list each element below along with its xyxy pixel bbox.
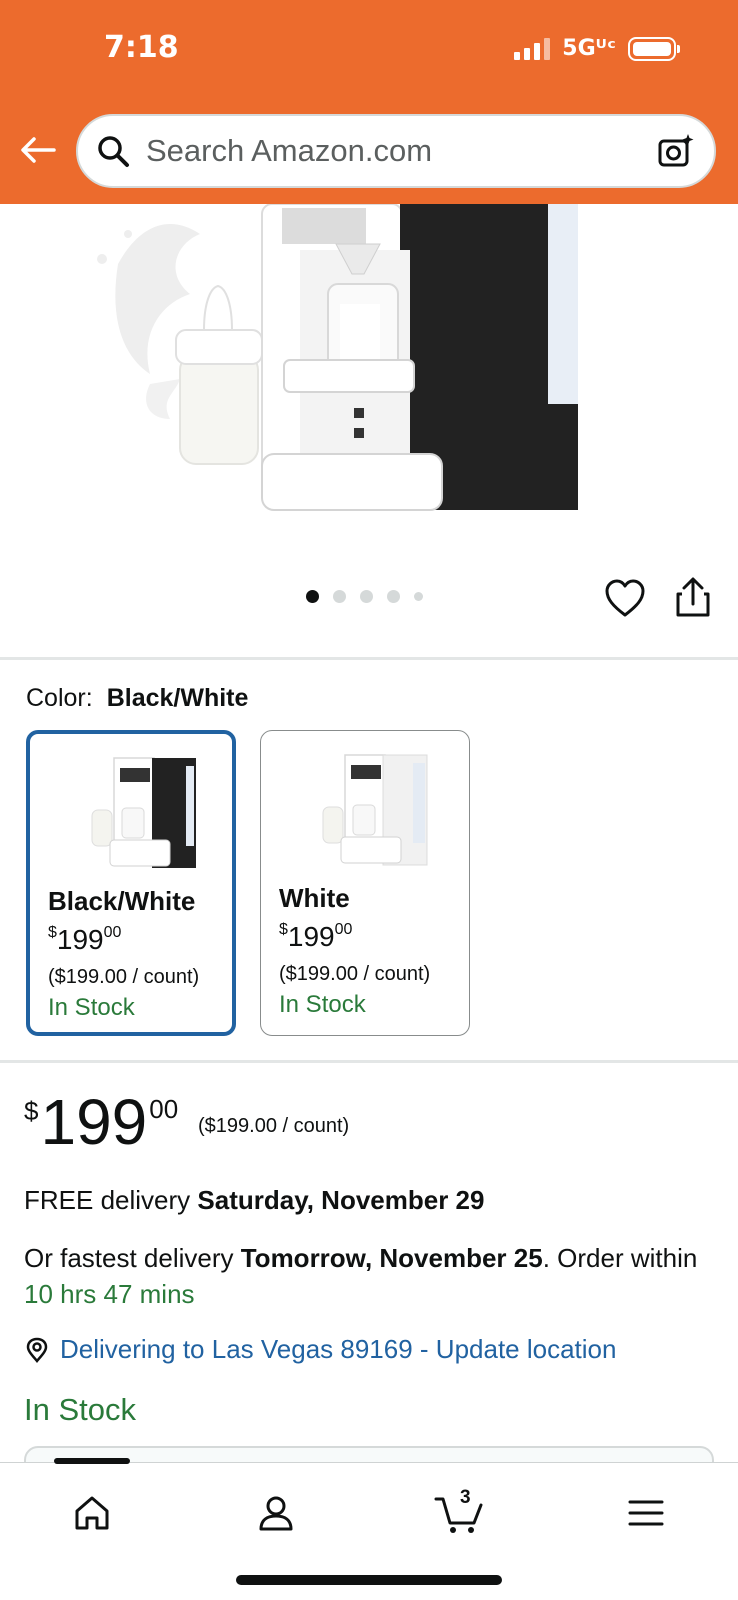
section-divider [0,1060,738,1063]
gallery-dot[interactable] [414,592,423,601]
gallery-dot[interactable] [333,590,346,603]
gallery-dot[interactable] [306,590,319,603]
active-tab-indicator [54,1458,130,1464]
price-whole: 199 [56,924,104,955]
free-delivery-text: FREE delivery Saturday, November 29 [24,1185,484,1216]
stock-status: In Stock [48,994,135,1021]
status-time: 7:18 [104,30,179,65]
fastest-delivery-text: Or fastest delivery Tomorrow, November 2… [24,1240,714,1312]
price-fraction: 00 [334,921,353,938]
status-indicators: 5Gᵁᶜ [514,36,680,61]
share-icon [676,577,710,617]
product-photo [97,204,578,511]
main-price: $ 199 00 [24,1090,178,1154]
hamburger-menu-icon [628,1500,664,1526]
product-image[interactable] [0,204,738,534]
section-divider [0,657,738,660]
search-icon [98,136,129,167]
nav-cart[interactable]: 3 [430,1483,490,1543]
search-placeholder: Search Amazon.com [146,133,433,168]
fast-delivery-prefix: Or fastest delivery [24,1243,241,1273]
stock-status: In Stock [279,991,366,1018]
price-currency: $ [48,924,57,941]
price-currency: $ [279,921,288,938]
selected-color: Black/White [106,684,249,712]
cart-count: 3 [460,1487,471,1508]
fast-delivery-suffix: . Order within [542,1243,698,1273]
back-button[interactable] [18,130,58,170]
location-pin-icon [26,1337,48,1363]
unit-price: ($199.00 / count) [48,966,200,988]
color-option-white[interactable]: White $19900 ($199.00 / count) In Stock [260,730,470,1036]
nav-home[interactable] [62,1483,122,1543]
price-fraction: 00 [149,1094,179,1124]
camera-sparkle-icon [658,134,694,167]
swatch-thumbnail [322,754,428,866]
wishlist-button[interactable] [604,578,646,620]
nav-menu[interactable] [616,1483,676,1543]
free-delivery-prefix: FREE delivery [24,1185,198,1215]
battery-icon [628,36,680,61]
app-header: 7:18 5Gᵁᶜ Search Amazon.com [0,0,738,204]
user-icon [259,1496,293,1531]
search-input[interactable]: Search Amazon.com [76,114,716,188]
home-indicator [236,1575,502,1585]
camera-search-button[interactable] [656,131,696,171]
color-option-name: White [279,883,350,913]
heart-icon [605,579,645,617]
share-button[interactable] [674,576,712,618]
network-label: 5Gᵁᶜ [562,36,616,61]
swatch-thumbnail [91,757,196,868]
color-label: Color: Black/White [26,684,248,713]
color-option-price: $19900 [48,924,121,956]
price-whole: 199 [40,1086,148,1158]
back-arrow-icon [21,137,56,163]
delivery-location-text[interactable]: Delivering to Las Vegas 89169 - Update l… [60,1334,616,1365]
color-option-price: $19900 [279,921,352,953]
fast-delivery-date: Tomorrow, November 25 [240,1243,543,1273]
gallery-dot[interactable] [360,590,373,603]
free-delivery-date: Saturday, November 29 [197,1185,485,1215]
color-option-name: Black/White [48,886,196,916]
home-icon [75,1496,109,1530]
price-whole: 199 [287,921,335,952]
color-option-black-white[interactable]: Black/White $19900 ($199.00 / count) In … [26,730,236,1036]
nav-account[interactable] [246,1483,306,1543]
gallery-dot[interactable] [387,590,400,603]
signal-icon [514,37,551,60]
price-fraction: 00 [103,924,122,941]
availability-status: In Stock [24,1392,136,1427]
main-unit-price: ($199.00 / count) [198,1115,350,1137]
delivery-location-link[interactable]: Delivering to Las Vegas 89169 - Update l… [24,1334,616,1365]
gallery-pagination[interactable] [306,590,423,603]
price-currency: $ [24,1096,39,1126]
color-label-text: Color: [26,684,93,712]
bottom-navigation: 3 [0,1458,738,1600]
unit-price: ($199.00 / count) [279,963,431,985]
delivery-countdown: 10 hrs 47 mins [24,1279,195,1309]
